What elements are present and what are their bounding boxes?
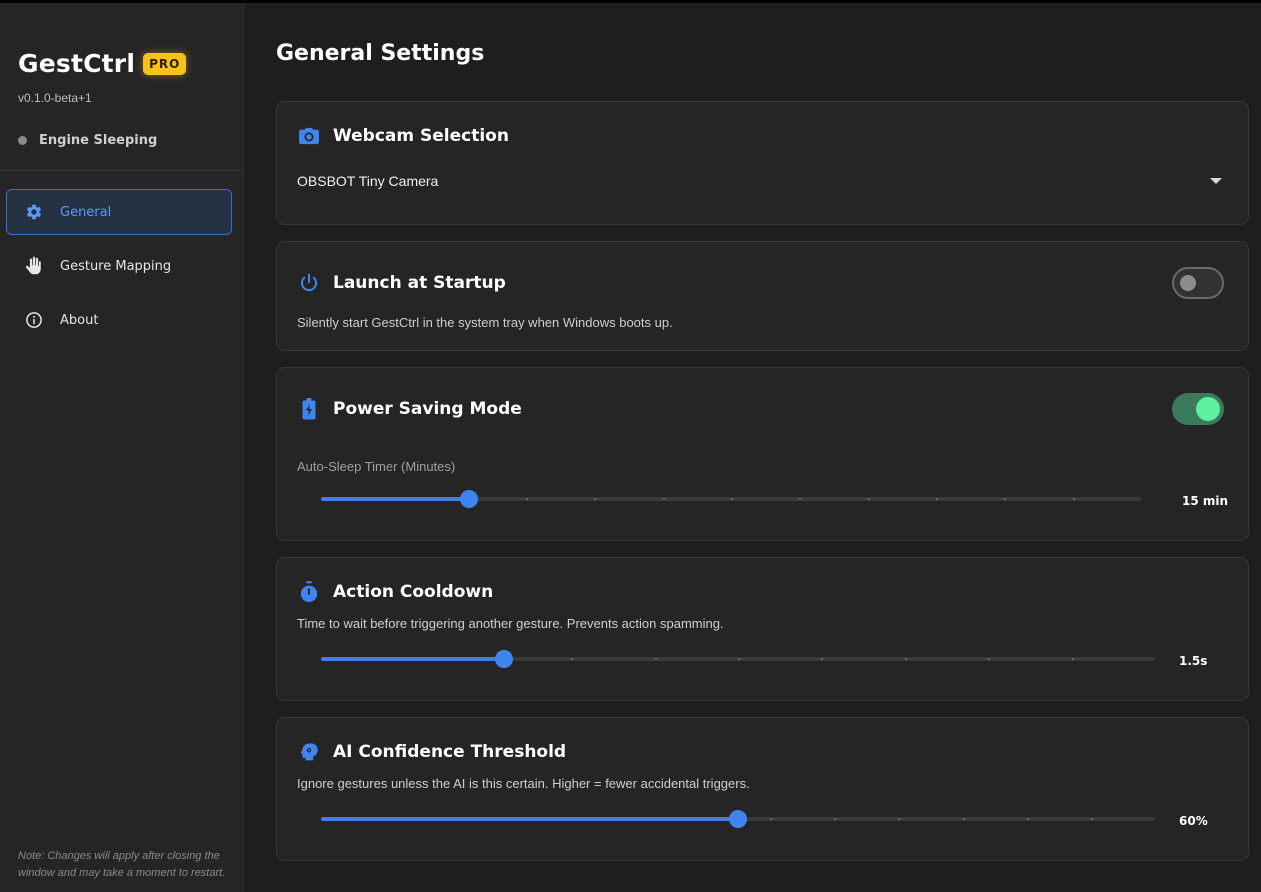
confidence-slider[interactable] <box>321 809 1155 829</box>
status-dot-icon <box>18 136 27 145</box>
slider-tick <box>577 818 580 820</box>
sidebar-item-label: About <box>60 312 99 328</box>
confidence-card-header: AI Confidence Threshold <box>297 740 566 764</box>
sidebar-item-gesture-mapping[interactable]: Gesture Mapping <box>6 243 232 289</box>
confidence-description: Ignore gestures unless the AI is this ce… <box>297 776 750 791</box>
slider-tick <box>641 818 644 820</box>
startup-card-header: Launch at Startup <box>297 271 506 295</box>
app-name: GestCtrl <box>18 49 136 78</box>
cooldown-card: Action Cooldown Time to wait before trig… <box>276 557 1249 701</box>
webcam-card-header: Webcam Selection <box>297 124 509 148</box>
camera-icon <box>297 124 321 148</box>
startup-title: Launch at Startup <box>333 273 506 293</box>
sidebar-divider <box>0 170 243 171</box>
confidence-card: AI Confidence Threshold Ignore gestures … <box>276 717 1249 861</box>
cooldown-card-header: Action Cooldown <box>297 580 493 604</box>
slider-thumb[interactable] <box>729 810 747 828</box>
app-window: GestCtrl PRO v0.1.0-beta+1 Engine Sleepi… <box>0 0 1261 892</box>
startup-card: Launch at Startup Silently start GestCtr… <box>276 241 1249 351</box>
webcam-select[interactable]: OBSBOT Tiny Camera <box>277 162 1248 202</box>
slider-tick <box>1026 818 1029 820</box>
slider-tick <box>1072 498 1075 500</box>
slider-tick <box>662 498 665 500</box>
toggle-knob <box>1180 275 1196 291</box>
slider-fill <box>321 497 469 501</box>
auto-sleep-value: 15 min <box>1182 494 1229 508</box>
gear-icon <box>25 203 43 221</box>
cooldown-slider[interactable] <box>321 649 1155 669</box>
battery-charging-icon <box>297 397 321 421</box>
slider-tick <box>1090 818 1093 820</box>
auto-sleep-label: Auto-Sleep Timer (Minutes) <box>297 459 456 474</box>
slider-tick <box>654 658 657 660</box>
power-saving-toggle[interactable] <box>1172 393 1224 425</box>
confidence-value: 60% <box>1179 814 1208 828</box>
confidence-title: AI Confidence Threshold <box>333 742 567 762</box>
sidebar-item-label: Gesture Mapping <box>60 258 172 274</box>
sidebar-item-label: General <box>60 204 112 220</box>
slider-tick <box>705 818 708 820</box>
sidebar-note: Note: Changes will apply after closing t… <box>18 850 226 879</box>
slider-tick <box>936 498 938 500</box>
slider-thumb[interactable] <box>495 650 514 668</box>
main-content: General Settings Webcam Selection OBSBOT… <box>244 3 1261 892</box>
webcam-title: Webcam Selection <box>333 126 509 146</box>
auto-sleep-slider[interactable] <box>321 489 1141 509</box>
slider-fill <box>321 657 505 661</box>
slider-tick <box>731 498 733 500</box>
power-saving-card: Power Saving Mode Auto-Sleep Timer (Minu… <box>276 367 1249 541</box>
slider-tick <box>904 658 907 660</box>
power-saving-title: Power Saving Mode <box>333 399 522 419</box>
page-title: General Settings <box>276 41 485 66</box>
info-icon <box>25 311 43 329</box>
startup-toggle[interactable] <box>1172 267 1224 299</box>
sidebar-item-about[interactable]: About <box>6 297 232 343</box>
slider-tick <box>526 498 528 500</box>
toggle-knob <box>1196 397 1220 421</box>
brand: GestCtrl PRO <box>18 49 187 78</box>
slider-tick <box>738 658 740 660</box>
webcam-select-value: OBSBOT Tiny Camera <box>297 173 439 189</box>
slider-thumb[interactable] <box>459 490 478 508</box>
hand-icon <box>25 256 43 275</box>
slider-fill <box>321 817 738 821</box>
webcam-card: Webcam Selection OBSBOT Tiny Camera <box>276 101 1249 225</box>
sidebar: GestCtrl PRO v0.1.0-beta+1 Engine Sleepi… <box>0 3 244 892</box>
power-icon <box>297 271 321 295</box>
pro-badge: PRO <box>143 52 187 75</box>
engine-status: Engine Sleeping <box>18 133 157 148</box>
chevron-down-icon <box>1210 178 1222 184</box>
cooldown-description: Time to wait before triggering another g… <box>297 616 724 631</box>
sidebar-item-general[interactable]: General <box>6 189 232 235</box>
cooldown-title: Action Cooldown <box>333 582 494 602</box>
app-version: v0.1.0-beta+1 <box>18 91 92 105</box>
slider-tick <box>867 498 870 500</box>
slider-tick <box>487 658 490 660</box>
cooldown-value: 1.5s <box>1179 654 1208 668</box>
power-saving-card-header: Power Saving Mode <box>297 397 522 421</box>
stopwatch-icon <box>297 580 321 604</box>
slider-tick <box>962 818 965 820</box>
brain-icon <box>297 740 321 764</box>
engine-status-text: Engine Sleeping <box>39 133 158 148</box>
startup-description: Silently start GestCtrl in the system tr… <box>297 315 673 330</box>
slider-tick <box>1071 658 1074 660</box>
sidebar-nav: General Gesture Mapping About <box>6 189 232 351</box>
